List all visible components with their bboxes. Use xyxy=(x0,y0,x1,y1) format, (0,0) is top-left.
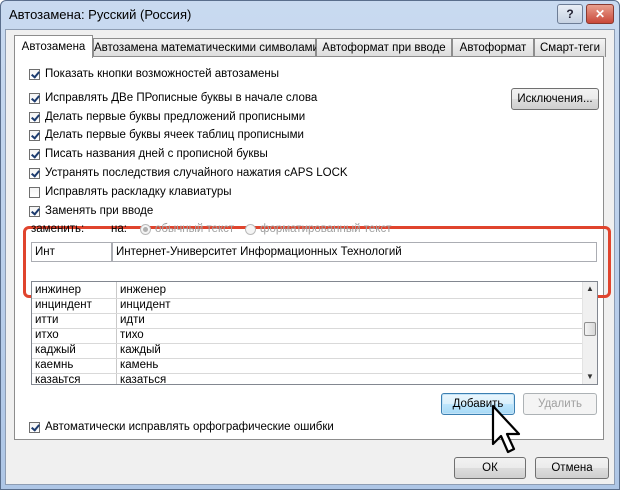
first-letter-sentences-checkbox[interactable] xyxy=(29,111,40,123)
list-item[interactable]: инжинер инженер xyxy=(32,283,585,298)
help-button[interactable]: ? xyxy=(557,4,583,24)
two-initials-checkbox[interactable] xyxy=(29,92,40,104)
cancel-button[interactable]: Отмена xyxy=(535,457,609,479)
formatted-text-radio[interactable] xyxy=(245,223,256,235)
first-letter-sentences-option[interactable]: Делать первые буквы предложений прописны… xyxy=(29,109,305,125)
list-item-from: каджый xyxy=(35,344,76,356)
autocorrect-list[interactable]: инжинер инженер инциндент инцидент итти … xyxy=(31,281,598,385)
list-item-to: идти xyxy=(120,314,145,326)
with-label: на: xyxy=(111,223,127,235)
replace-label: заменить: xyxy=(31,223,85,235)
replace-input[interactable]: Инт xyxy=(31,242,112,262)
tab-autoformat[interactable]: Автоформат xyxy=(452,38,534,57)
tab-math-autocorrect[interactable]: Автозамена математическими символами xyxy=(93,38,319,57)
day-names-option[interactable]: Писать названия дней с прописной буквы xyxy=(29,146,268,162)
list-item-from: инжинер xyxy=(35,284,82,296)
caps-lock-checkbox[interactable] xyxy=(29,167,40,179)
list-item[interactable]: казаьтся казаться xyxy=(32,373,585,385)
replace-as-you-type-label: Заменять при вводе xyxy=(45,205,154,217)
first-letter-sentences-label: Делать первые буквы предложений прописны… xyxy=(45,111,306,123)
two-initials-label: Исправлять ДВе ПРописные буквы в начале … xyxy=(45,92,318,104)
first-letter-cells-checkbox[interactable] xyxy=(29,129,40,141)
two-initials-option[interactable]: Исправлять ДВе ПРописные буквы в начале … xyxy=(29,90,317,106)
tab-autoformat-as-you-type[interactable]: Автоформат при вводе xyxy=(316,38,452,57)
autocorrect-dialog: Автозамена: Русский (Россия) ? ✕ Автозам… xyxy=(0,0,620,490)
list-item-from: инциндент xyxy=(35,299,92,311)
list-item[interactable]: итхо тихо xyxy=(32,328,585,343)
window-title: Автозамена: Русский (Россия) xyxy=(9,7,192,22)
plain-text-radio[interactable] xyxy=(140,223,151,235)
list-item-to: инженер xyxy=(120,284,167,296)
first-letter-cells-option[interactable]: Делать первые буквы ячеек таблиц прописн… xyxy=(29,127,304,143)
formatted-text-option[interactable]: форматированный текст xyxy=(245,223,391,235)
day-names-checkbox[interactable] xyxy=(29,148,40,160)
list-item[interactable]: итти идти xyxy=(32,313,585,328)
list-scrollbar[interactable]: ▲ ▼ xyxy=(582,282,597,384)
close-button[interactable]: ✕ xyxy=(586,4,614,24)
list-item[interactable]: каемнь камень xyxy=(32,358,585,373)
scroll-down-arrow-icon[interactable]: ▼ xyxy=(583,370,597,384)
plain-text-label: обычный текст xyxy=(155,223,235,235)
replace-as-you-type-checkbox[interactable] xyxy=(29,205,40,217)
scroll-up-arrow-icon[interactable]: ▲ xyxy=(583,282,597,296)
auto-spelling-option[interactable]: Автоматически исправлять орфографические… xyxy=(29,419,334,435)
show-buttons-checkbox[interactable] xyxy=(29,68,40,80)
auto-spelling-label: Автоматически исправлять орфографические… xyxy=(45,421,334,433)
list-item[interactable]: инциндент инцидент xyxy=(32,298,585,313)
exceptions-button[interactable]: Исключения... xyxy=(511,88,599,110)
show-buttons-label: Показать кнопки возможностей автозамены xyxy=(45,68,280,80)
list-item[interactable]: каджый каждый xyxy=(32,343,585,358)
mouse-pointer-icon xyxy=(491,404,521,454)
keyboard-layout-option[interactable]: Исправлять раскладку клавиатуры xyxy=(29,184,232,200)
delete-button[interactable]: Удалить xyxy=(523,393,597,415)
tab-smart-tags[interactable]: Смарт-теги xyxy=(534,38,606,57)
first-letter-cells-label: Делать первые буквы ячеек таблиц прописн… xyxy=(45,129,304,141)
list-item-to: казаться xyxy=(120,374,167,385)
tab-autocorrect[interactable]: Автозамена xyxy=(14,35,93,58)
list-item-to: инцидент xyxy=(120,299,171,311)
list-item-to: камень xyxy=(120,359,159,371)
with-input[interactable]: Интернет-Университет Информационных Техн… xyxy=(112,242,597,262)
replace-as-you-type-option[interactable]: Заменять при вводе xyxy=(29,203,153,219)
list-item-to: каждый xyxy=(120,344,161,356)
keyboard-layout-checkbox[interactable] xyxy=(29,186,40,198)
formatted-text-label: форматированный текст xyxy=(260,223,392,235)
scroll-thumb[interactable] xyxy=(584,322,596,336)
list-item-from: итхо xyxy=(35,329,59,341)
list-item-to: тихо xyxy=(120,329,144,341)
autocorrect-panel: Показать кнопки возможностей автозамены … xyxy=(14,56,611,440)
keyboard-layout-label: Исправлять раскладку клавиатуры xyxy=(45,186,232,198)
list-item-from: казаьтся xyxy=(35,374,81,385)
caps-lock-label: Устранять последствия случайного нажатия… xyxy=(45,167,348,179)
caps-lock-option[interactable]: Устранять последствия случайного нажатия… xyxy=(29,165,348,181)
auto-spelling-checkbox[interactable] xyxy=(29,421,40,433)
title-bar[interactable]: Автозамена: Русский (Россия) ? ✕ xyxy=(1,1,619,29)
list-item-from: каемнь xyxy=(35,359,74,371)
list-item-from: итти xyxy=(35,314,59,326)
plain-text-option[interactable]: обычный текст xyxy=(140,223,234,235)
day-names-label: Писать названия дней с прописной буквы xyxy=(45,148,268,160)
show-buttons-option[interactable]: Показать кнопки возможностей автозамены xyxy=(29,66,279,82)
